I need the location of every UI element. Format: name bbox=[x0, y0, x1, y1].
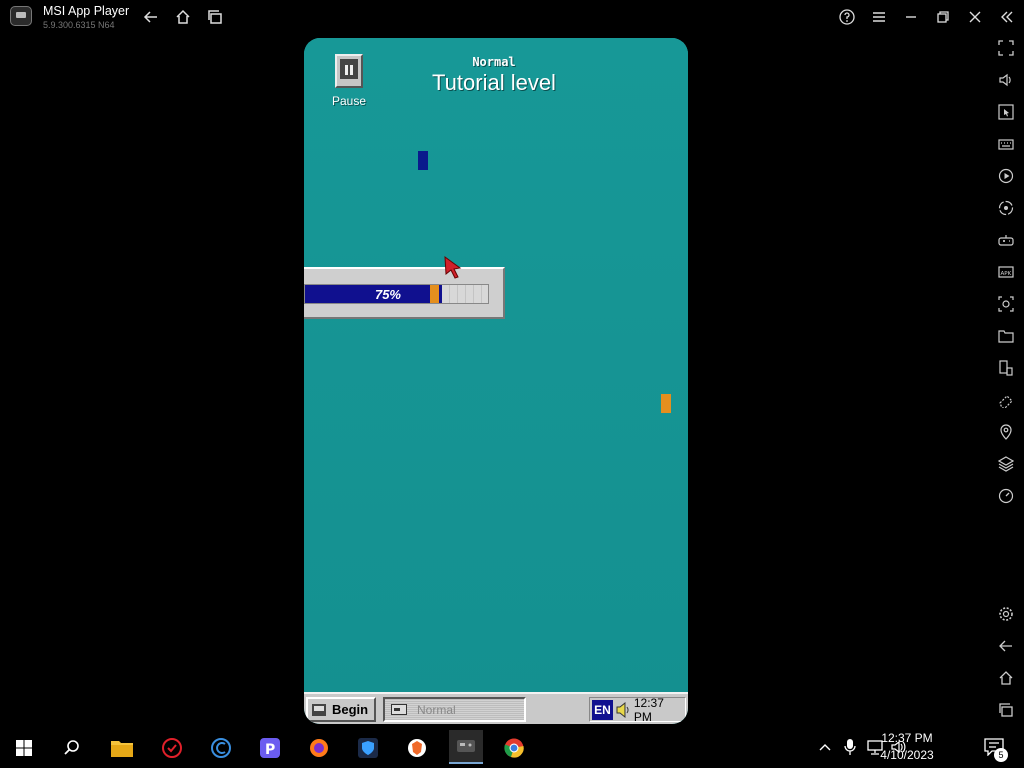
emulator-sidebar: APK bbox=[990, 34, 1024, 726]
language-indicator[interactable]: EN bbox=[592, 699, 613, 720]
firefox-icon[interactable] bbox=[305, 734, 333, 762]
cursor-mode-icon[interactable] bbox=[998, 104, 1016, 122]
apk-install-icon[interactable]: APK bbox=[998, 264, 1016, 282]
start-icon[interactable] bbox=[10, 734, 38, 762]
progress-track: 75% bbox=[304, 284, 489, 304]
recent-apps-icon[interactable] bbox=[205, 7, 225, 27]
progress-bar-window[interactable]: 75% bbox=[304, 267, 505, 319]
screen: MSI App Player 5.9.300.6315 N64 APK Paus… bbox=[0, 0, 1024, 768]
game-viewport[interactable]: Pause Normal Tutorial level 75% Begin No… bbox=[304, 38, 688, 724]
svg-text:P: P bbox=[265, 742, 275, 758]
difficulty-label: Normal bbox=[472, 55, 516, 69]
game-system-tray: EN 12:37 PM bbox=[589, 695, 686, 724]
screenshot-icon[interactable] bbox=[998, 296, 1016, 314]
svg-text:APK: APK bbox=[1001, 271, 1012, 277]
macro-icon[interactable] bbox=[998, 200, 1016, 218]
progress-orange-segment bbox=[430, 285, 439, 303]
keyboard-icon[interactable] bbox=[998, 136, 1016, 154]
antivirus-icon[interactable] bbox=[158, 734, 186, 762]
eraser-icon[interactable] bbox=[998, 392, 1016, 410]
performance-icon[interactable] bbox=[998, 488, 1016, 506]
system-tray: 12:37 PM 4/10/2023 5 bbox=[804, 726, 1024, 768]
fullscreen-icon[interactable] bbox=[998, 40, 1016, 58]
game-background bbox=[304, 38, 688, 724]
game-taskbar: Begin Normal EN 12:37 PM bbox=[304, 692, 688, 724]
security-shield-icon[interactable] bbox=[354, 734, 382, 762]
notification-count-badge: 5 bbox=[994, 748, 1008, 762]
android-back-icon[interactable] bbox=[998, 638, 1016, 656]
chevron-up-icon[interactable] bbox=[818, 740, 832, 754]
app-version: 5.9.300.6315 N64 bbox=[43, 20, 115, 30]
collapse-sidebar-icon[interactable] bbox=[997, 7, 1017, 27]
task-window-label: Normal bbox=[417, 702, 456, 717]
layers-icon[interactable] bbox=[997, 456, 1016, 474]
window-icon bbox=[391, 704, 407, 715]
back-arrow-icon[interactable] bbox=[141, 7, 161, 27]
falling-blue-segment[interactable] bbox=[418, 151, 428, 170]
begin-label: Begin bbox=[332, 702, 369, 717]
pdf-app-icon[interactable]: P bbox=[256, 734, 284, 762]
menu-icon[interactable] bbox=[869, 7, 889, 27]
ccleaner-icon[interactable] bbox=[207, 734, 235, 762]
level-title: Tutorial level bbox=[432, 70, 556, 95]
taskbar-date[interactable]: 4/10/2023 bbox=[872, 748, 942, 762]
chrome-icon[interactable] bbox=[500, 734, 528, 762]
multi-instance-icon[interactable] bbox=[998, 360, 1016, 378]
msi-app-player-icon[interactable] bbox=[449, 730, 483, 764]
emulator-titlebar: MSI App Player 5.9.300.6315 N64 bbox=[0, 0, 1024, 34]
task-window-button[interactable]: Normal bbox=[383, 697, 526, 722]
settings-icon[interactable] bbox=[998, 606, 1016, 624]
gamepad-icon[interactable] bbox=[998, 232, 1016, 250]
restore-icon[interactable] bbox=[933, 7, 953, 27]
volume-icon[interactable] bbox=[998, 72, 1016, 90]
falling-orange-segment[interactable] bbox=[661, 394, 671, 413]
pause-label: Pause bbox=[331, 94, 367, 108]
progress-percent: 75% bbox=[374, 287, 401, 302]
begin-computer-icon bbox=[312, 703, 326, 716]
game-clock: 12:37 PM bbox=[633, 695, 664, 724]
close-icon[interactable] bbox=[965, 7, 985, 27]
pause-icon bbox=[340, 59, 358, 79]
location-icon[interactable] bbox=[998, 424, 1016, 442]
brave-browser-icon[interactable] bbox=[403, 734, 431, 762]
microphone-icon[interactable] bbox=[844, 738, 856, 756]
file-explorer-icon[interactable] bbox=[108, 734, 136, 762]
begin-button[interactable]: Begin bbox=[306, 697, 376, 722]
cursor-pointer-icon bbox=[444, 256, 462, 279]
help-icon[interactable] bbox=[837, 7, 857, 27]
taskbar-time[interactable]: 12:37 PM bbox=[872, 731, 942, 745]
windows-taskbar: P 12:37 PM 4/10/2023 5 bbox=[0, 726, 1024, 768]
search-icon[interactable] bbox=[58, 734, 86, 762]
app-name: MSI App Player bbox=[43, 4, 130, 18]
android-recents-icon[interactable] bbox=[998, 702, 1016, 720]
pause-button[interactable] bbox=[335, 54, 363, 88]
record-icon[interactable] bbox=[998, 168, 1016, 186]
minimize-icon[interactable] bbox=[901, 7, 921, 27]
progress-empty-area bbox=[442, 285, 488, 303]
android-home-icon[interactable] bbox=[998, 670, 1016, 688]
app-logo-icon bbox=[10, 6, 32, 26]
home-icon[interactable] bbox=[173, 7, 193, 27]
folder-icon[interactable] bbox=[998, 328, 1016, 346]
speaker-icon[interactable] bbox=[616, 701, 630, 718]
